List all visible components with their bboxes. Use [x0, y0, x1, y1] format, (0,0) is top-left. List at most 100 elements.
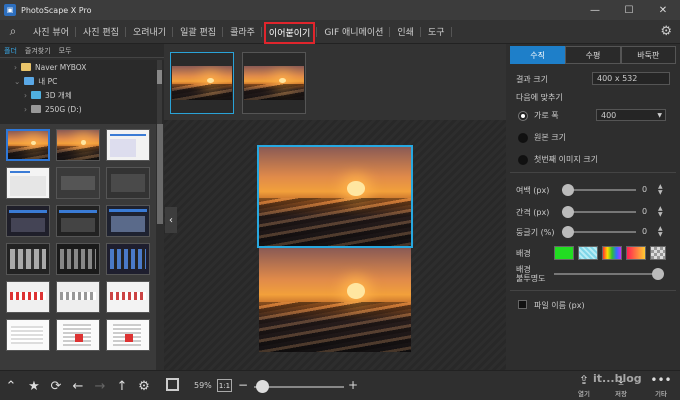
bg-swatch-rainbow[interactable] [602, 246, 622, 260]
thumbnail[interactable] [6, 319, 50, 351]
thumbnail[interactable] [106, 167, 150, 199]
tab-favorites[interactable]: 즐겨찾기 [21, 46, 55, 56]
tree-scrollbar[interactable] [157, 60, 162, 124]
bg-swatch-pattern[interactable] [578, 246, 598, 260]
actual-size-button[interactable]: 1:1 [217, 379, 232, 392]
zoom-in-icon[interactable]: + [348, 378, 358, 392]
roundness-spinner-icon[interactable]: ▲ ▼ [658, 226, 663, 238]
zoom-out-icon[interactable]: − [238, 378, 248, 392]
arrow-left-icon[interactable]: ← [70, 378, 86, 394]
bg-swatch-gradient[interactable] [626, 246, 646, 260]
open-button[interactable]: ⇪ 열기 [573, 373, 595, 398]
slider-knob[interactable] [562, 226, 574, 238]
option-first-image-size[interactable]: 첫번째 이미지 크기 [518, 154, 598, 165]
close-button[interactable]: ✕ [646, 0, 680, 20]
tree-item-my-pc[interactable]: ⌄ 내 PC [0, 74, 164, 88]
thumbnail[interactable] [6, 205, 50, 237]
tab-grid[interactable]: 바둑판 [620, 46, 676, 64]
thumbnail[interactable] [106, 205, 150, 237]
tree-item-3d[interactable]: › 3D 개체 [0, 88, 164, 102]
margin-slider[interactable] [562, 184, 636, 196]
thumbnail[interactable] [106, 129, 150, 161]
folder-tree: › Naver MYBOX ⌄ 내 PC › 3D 개체 › 250G (D:) [0, 60, 164, 124]
star-icon[interactable]: ★ [26, 378, 42, 394]
pc-icon [24, 77, 35, 85]
drive-icon [31, 105, 41, 113]
thumbnail[interactable] [56, 243, 100, 275]
spacing-value[interactable]: 0 [642, 207, 647, 216]
tab-vertical[interactable]: 수직 [510, 46, 566, 64]
roundness-value[interactable]: 0 [642, 227, 647, 236]
tab-gif-animation[interactable]: GIF 애니메이션 [317, 20, 391, 44]
thumbnail[interactable] [6, 281, 50, 313]
combined-image-bottom[interactable] [259, 248, 411, 352]
gear-icon[interactable]: ⚙ [660, 24, 672, 39]
zoom-slider-knob[interactable] [256, 380, 269, 393]
width-select[interactable]: 400 ▼ [596, 109, 666, 121]
option-width[interactable]: 가로 폭 [518, 110, 559, 121]
combined-image-top[interactable] [259, 147, 411, 246]
refresh-icon[interactable]: ⟳ [48, 378, 64, 394]
slider-knob[interactable] [652, 268, 664, 280]
tree-item-drive-d[interactable]: › 250G (D:) [0, 102, 164, 116]
thumbnail[interactable] [106, 281, 150, 313]
thumbnail[interactable] [6, 243, 50, 275]
thumbnail[interactable] [6, 167, 50, 199]
thumbnail[interactable] [56, 281, 100, 313]
chevron-down-icon: ⌄ [14, 76, 21, 86]
radio-icon [518, 110, 528, 121]
strip-thumbnail[interactable] [242, 52, 306, 114]
filename-checkbox[interactable] [518, 300, 527, 309]
bg-opacity-label: 배경 불투명도 [516, 265, 546, 283]
thumbnail[interactable] [56, 167, 100, 199]
main-menu: ⌕ 사진 뷰어 사진 편집 오려내기 일괄 편집 콜라주 이어붙이기 GIF 애… [0, 20, 680, 44]
image-strip [164, 44, 506, 120]
thumbnail[interactable] [56, 129, 100, 161]
tab-photo-viewer[interactable]: 사진 뷰어 [26, 20, 76, 44]
tab-print[interactable]: 인쇄 [390, 20, 421, 44]
bg-swatch-green[interactable] [554, 246, 574, 260]
maximize-button[interactable]: ☐ [612, 0, 646, 20]
fit-label: 다음에 맞추기 [516, 93, 563, 102]
tree-item-mybox[interactable]: › Naver MYBOX [0, 60, 164, 74]
chevron-up-icon[interactable]: ⌃ [3, 378, 19, 394]
result-size-label: 결과 크기 [516, 75, 548, 84]
margin-spinner-icon[interactable]: ▲ ▼ [658, 184, 663, 196]
tab-collage[interactable]: 콜라주 [223, 20, 262, 44]
tab-photo-edit[interactable]: 사진 편집 [76, 20, 126, 44]
gear-icon[interactable]: ⚙ [136, 378, 152, 394]
tab-folders[interactable]: 폴더 [0, 46, 21, 56]
thumbnail[interactable] [6, 129, 50, 161]
bg-opacity-slider[interactable] [554, 268, 664, 280]
tab-horizontal[interactable]: 수평 [565, 46, 621, 64]
thumbnail[interactable] [106, 319, 150, 351]
thumbnail[interactable] [56, 319, 100, 351]
bg-swatch-transparent[interactable] [650, 246, 666, 260]
more-button[interactable]: ••• 기타 [650, 373, 672, 398]
home-icon[interactable]: ⌕ [0, 20, 26, 44]
strip-thumbnail[interactable] [170, 52, 234, 114]
thumbnail[interactable] [106, 243, 150, 275]
roundness-slider[interactable] [562, 226, 636, 238]
thumbnail-scrollbar[interactable] [156, 124, 164, 370]
option-original-size[interactable]: 원본 크기 [518, 132, 566, 143]
arrow-right-icon[interactable]: → [92, 378, 108, 394]
radio-icon [518, 154, 528, 165]
tab-all[interactable]: 모두 [55, 46, 76, 56]
minimize-button[interactable]: — [578, 0, 612, 20]
window-title: PhotoScape X Pro [21, 5, 92, 15]
slider-knob[interactable] [562, 206, 574, 218]
spacing-spinner-icon[interactable]: ▲ ▼ [658, 206, 663, 218]
collapse-left-panel-button[interactable]: ‹ [165, 207, 177, 233]
tab-tools[interactable]: 도구 [421, 20, 452, 44]
spacing-slider[interactable] [562, 206, 636, 218]
tab-cut-out[interactable]: 오려내기 [126, 20, 174, 44]
tab-batch-edit[interactable]: 일괄 편집 [173, 20, 224, 44]
filename-label: 파일 이름 (px) [534, 301, 585, 310]
margin-value[interactable]: 0 [642, 185, 647, 194]
arrow-up-icon[interactable]: ↑ [114, 378, 130, 394]
slider-knob[interactable] [562, 184, 574, 196]
thumbnail[interactable] [56, 205, 100, 237]
tab-combine[interactable]: 이어붙이기 [262, 20, 318, 46]
fit-to-window-icon[interactable] [166, 378, 179, 391]
